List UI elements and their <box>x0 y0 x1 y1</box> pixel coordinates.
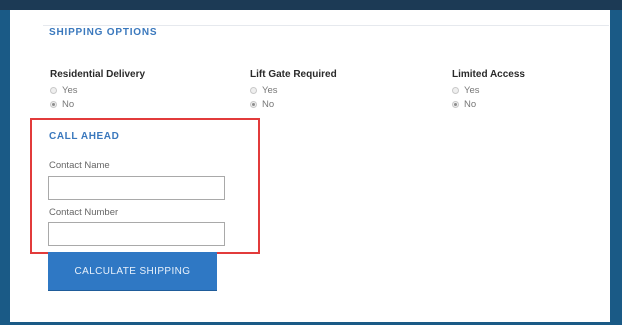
top-frame-bar <box>0 0 622 10</box>
limited-access-yes-radio[interactable] <box>452 86 459 94</box>
lift-gate-yes-radio[interactable] <box>250 86 257 94</box>
residential-no-option[interactable]: No <box>50 97 145 111</box>
residential-no-radio[interactable] <box>50 100 57 108</box>
limited-access-no-option[interactable]: No <box>452 97 525 111</box>
section-title-shipping-options: SHIPPING OPTIONS <box>49 27 158 38</box>
residential-yes-radio[interactable] <box>50 86 57 94</box>
contact-name-label: Contact Name <box>49 160 110 171</box>
contact-name-input[interactable] <box>48 176 225 200</box>
limited-access-yes-option[interactable]: Yes <box>452 83 525 97</box>
lift-gate-group: Lift Gate Required Yes No <box>250 69 337 111</box>
residential-no-text: No <box>62 98 75 110</box>
residential-delivery-label: Residential Delivery <box>50 69 146 80</box>
lift-gate-no-text: No <box>262 98 275 110</box>
residential-delivery-group: Residential Delivery Yes No <box>50 69 145 111</box>
calculate-shipping-button[interactable]: CALCULATE SHIPPING <box>48 252 217 290</box>
contact-number-input[interactable] <box>48 222 225 246</box>
lift-gate-no-radio[interactable] <box>250 100 257 108</box>
limited-access-label: Limited Access <box>452 69 525 80</box>
residential-yes-option[interactable]: Yes <box>50 83 145 97</box>
contact-number-label: Contact Number <box>49 207 119 218</box>
limited-access-yes-text: Yes <box>464 84 480 96</box>
residential-yes-text: Yes <box>62 84 78 96</box>
lift-gate-no-option[interactable]: No <box>250 97 337 111</box>
limited-access-group: Limited Access Yes No <box>452 69 525 111</box>
lift-gate-label: Lift Gate Required <box>250 69 337 80</box>
lift-gate-yes-text: Yes <box>262 84 278 96</box>
limited-access-no-radio[interactable] <box>452 100 459 108</box>
section-title-call-ahead: CALL AHEAD <box>49 131 120 142</box>
limited-access-no-text: No <box>464 98 477 110</box>
lift-gate-yes-option[interactable]: Yes <box>250 83 337 97</box>
